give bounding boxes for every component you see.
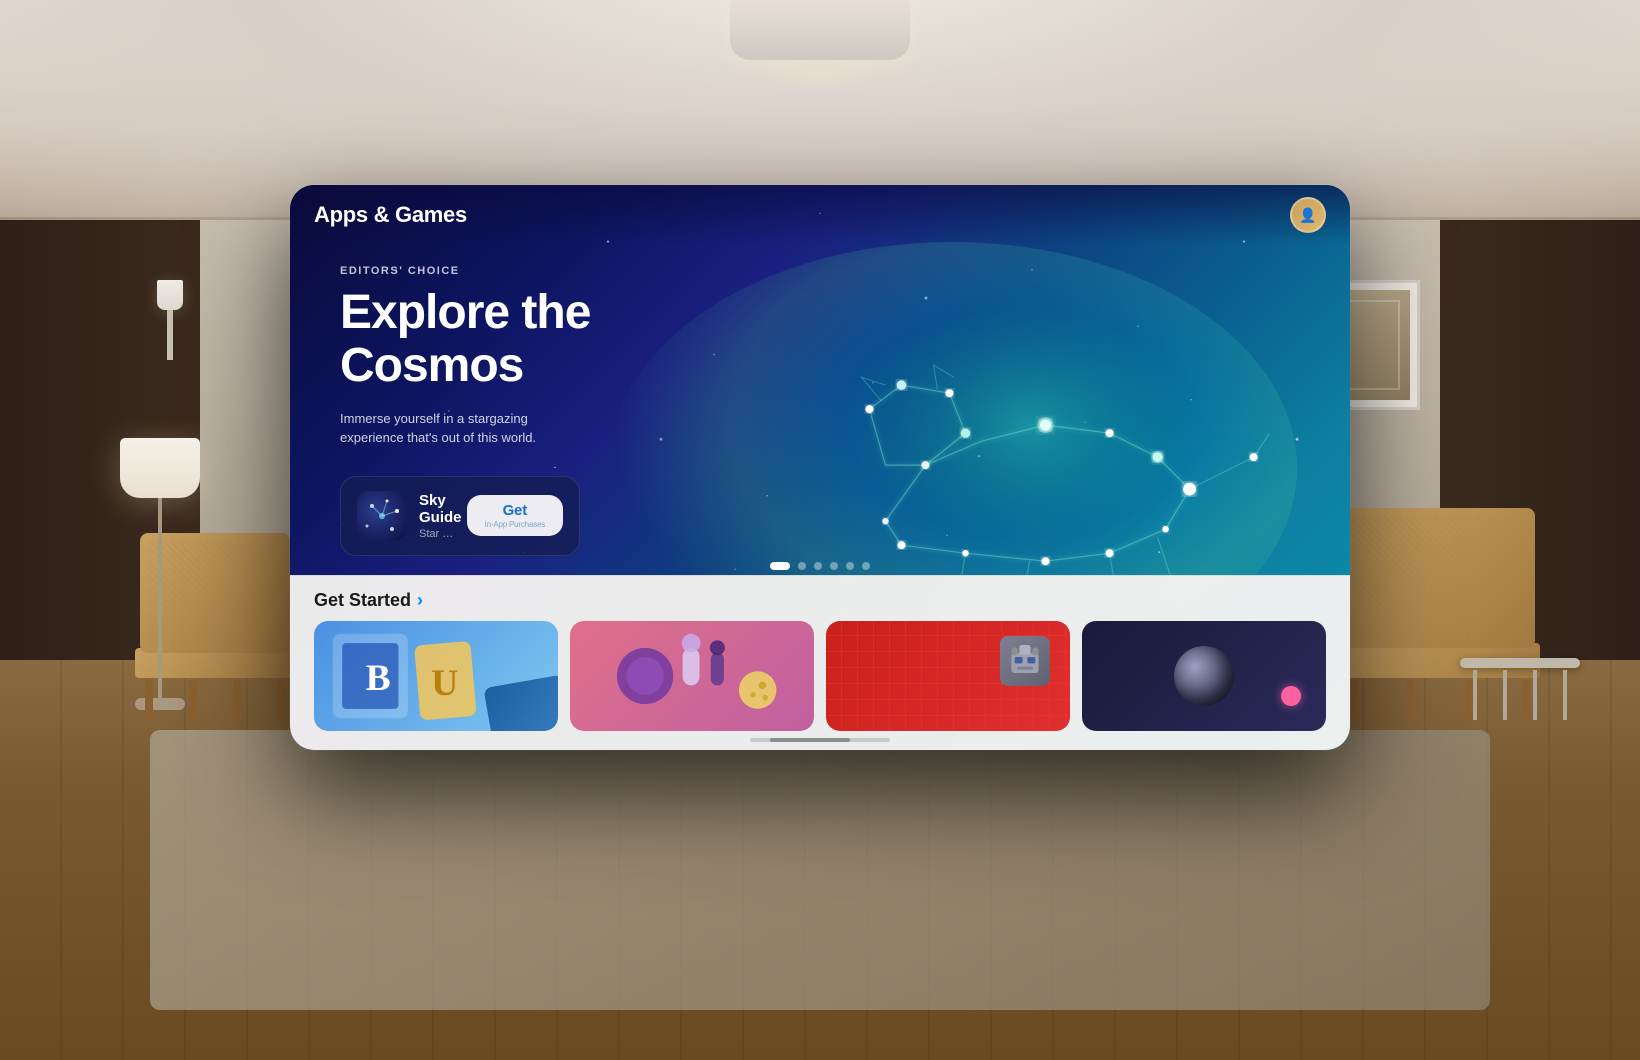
app-title: Apps & Games	[314, 202, 467, 228]
side-table-top	[1460, 658, 1580, 668]
chair-leg	[233, 680, 241, 720]
user-avatar[interactable]: 👤	[1290, 197, 1326, 233]
get-button[interactable]: Get In-App Purchases	[467, 495, 563, 536]
chair-left	[130, 533, 300, 720]
editors-choice-label: EDITORS' CHOICE	[340, 265, 680, 277]
hero-title-line2: Cosmos	[340, 339, 523, 392]
rug	[150, 730, 1490, 1010]
ceiling-light	[730, 0, 910, 60]
app-name: Sky Guide	[419, 492, 455, 526]
chair-back-left	[140, 533, 290, 653]
floor-lamp-shade	[120, 438, 200, 498]
app-card: Sky Guide Star gaze constellation finder…	[340, 476, 580, 556]
robot-icon	[1005, 641, 1045, 681]
floor-lamp-pole	[158, 498, 162, 698]
side-table-legs	[1460, 670, 1580, 720]
pink-dot	[1281, 686, 1301, 706]
app-window: Apps & Games 👤 EDITORS' CHOICE Explore t…	[290, 185, 1350, 750]
feature-card-4[interactable]	[1082, 621, 1326, 731]
hero-subtitle: Immerse yourself in a stargazing experie…	[340, 409, 560, 448]
get-button-label: Get	[503, 502, 527, 519]
side-table-leg	[1503, 670, 1507, 720]
side-table-right	[1460, 658, 1580, 720]
get-started-header: Get Started ›	[290, 576, 1350, 621]
chair-back-right	[1345, 508, 1535, 648]
get-button-sub: In-App Purchases	[485, 520, 545, 529]
card-1-graphic: B U	[314, 621, 558, 731]
hero-title-line1: Explore the	[340, 286, 590, 339]
app-icon-graphic	[357, 491, 407, 541]
feature-card-2[interactable]	[570, 621, 814, 731]
app-description: Star gaze constellation finder	[419, 528, 455, 540]
side-table-leg	[1563, 670, 1567, 720]
svg-text:U: U	[431, 663, 458, 704]
svg-text:B: B	[366, 658, 391, 699]
chair-leg	[1407, 680, 1415, 720]
chair-leg	[1350, 680, 1358, 720]
app-icon	[357, 491, 407, 541]
pagination-dot-6[interactable]	[862, 562, 870, 570]
scrollbar-thumb	[770, 738, 850, 742]
hero-content: EDITORS' CHOICE Explore the Cosmos Immer…	[340, 265, 680, 556]
hero-title: Explore the Cosmos	[340, 287, 680, 393]
chair-leg	[145, 680, 153, 720]
get-started-arrow[interactable]: ›	[417, 590, 423, 611]
sphere-object	[1174, 646, 1234, 706]
feature-card-3[interactable]	[826, 621, 1070, 731]
feature-cards-row: B U	[290, 621, 1350, 731]
pagination-dot-3[interactable]	[814, 562, 822, 570]
chair-leg	[189, 680, 197, 720]
header-bar: Apps & Games 👤	[290, 185, 1350, 245]
card-2-graphic	[570, 621, 814, 731]
chair-legs-left	[130, 680, 300, 720]
app-info: Sky Guide Star gaze constellation finder	[419, 492, 455, 540]
side-table-leg	[1473, 670, 1477, 720]
get-started-section: Get Started › B U	[290, 575, 1350, 750]
pagination-dots	[770, 562, 870, 570]
lamp-shade	[157, 280, 183, 310]
avatar-initials: 👤	[1299, 207, 1316, 224]
pagination-dot-4[interactable]	[830, 562, 838, 570]
lamp-base	[167, 310, 173, 360]
chair-leg	[277, 680, 285, 720]
pagination-dot-1[interactable]	[770, 562, 790, 570]
window-scrollbar[interactable]	[750, 738, 890, 742]
side-table-leg	[1533, 670, 1537, 720]
app-icon-inner	[357, 491, 407, 541]
get-started-title: Get Started	[314, 590, 411, 611]
pagination-dot-5[interactable]	[846, 562, 854, 570]
pagination-dot-2[interactable]	[798, 562, 806, 570]
robot-object	[1000, 636, 1050, 686]
wall-lamp-left	[155, 280, 185, 360]
feature-card-1[interactable]: B U	[314, 621, 558, 731]
